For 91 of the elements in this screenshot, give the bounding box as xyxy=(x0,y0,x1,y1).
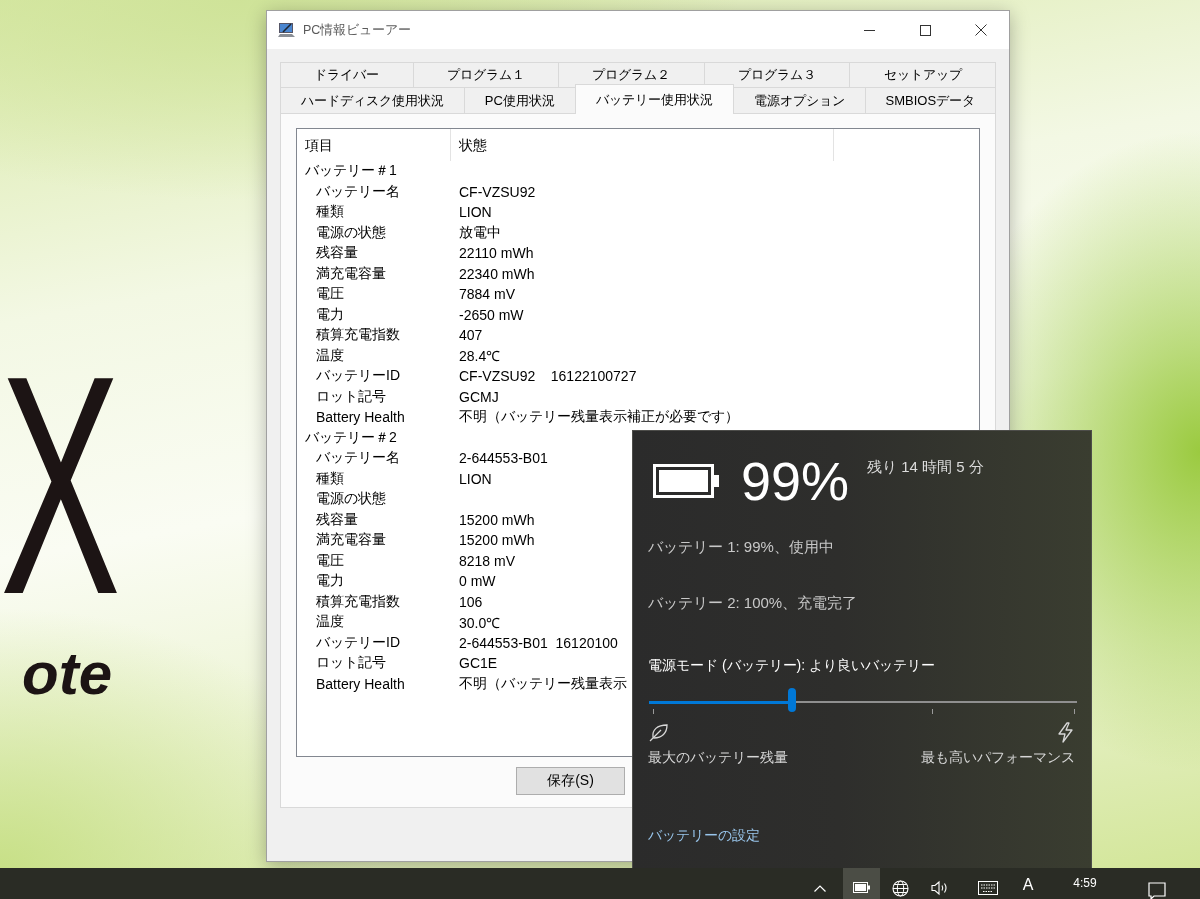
value-cell: 22110 mWh xyxy=(459,245,534,262)
tab[interactable]: セットアップ xyxy=(850,62,996,87)
item-name-cell: 電圧 xyxy=(316,551,344,568)
item-name-cell: Battery Health xyxy=(316,409,405,426)
column-header[interactable]: 項目 xyxy=(297,129,451,161)
value-cell: 15200 mWh xyxy=(459,511,535,528)
list-group-label: バッテリー＃2 xyxy=(305,428,397,447)
maximize-icon xyxy=(919,24,931,36)
item-name-cell: 積算充電指数 xyxy=(316,326,400,343)
speaker-icon xyxy=(931,880,949,896)
slider-tick xyxy=(1074,709,1075,714)
leaf-icon xyxy=(649,722,669,742)
minimize-icon xyxy=(863,29,875,31)
battery-settings-link[interactable]: バッテリーの設定 xyxy=(648,826,760,845)
value-cell: -2650 mW xyxy=(459,306,524,323)
value-cell: 8218 mV xyxy=(459,552,516,569)
value-cell: 407 xyxy=(459,327,483,344)
item-name-cell: 温度 xyxy=(316,613,344,630)
dialog-button[interactable]: 保存(S) xyxy=(516,767,625,795)
computer-icon xyxy=(278,22,296,38)
item-name-cell: バッテリーID xyxy=(316,633,400,650)
value-cell: GC1E xyxy=(459,655,498,672)
item-name-cell: バッテリーID xyxy=(316,367,400,384)
battery-percent: 99% xyxy=(741,456,850,506)
input-mode-indicator[interactable]: A xyxy=(1016,868,1040,899)
item-name-cell: 温度 xyxy=(316,346,344,363)
slider-tick xyxy=(932,709,933,714)
tab[interactable]: バッテリー使用状況 xyxy=(574,84,734,114)
value-cell: 0 mW xyxy=(459,573,496,590)
window-title: PC情報ビューアー xyxy=(303,21,412,39)
value-cell-text: 28.4℃ xyxy=(459,347,501,366)
tab[interactable]: ハードディスク使用状況 xyxy=(280,87,465,113)
value-cell: LION xyxy=(459,204,492,221)
tab[interactable]: プログラム１ xyxy=(413,62,560,87)
item-name-cell: ロット記号 xyxy=(316,654,386,671)
item-name-cell: 電力 xyxy=(316,305,344,322)
value-cell: 7884 mV xyxy=(459,286,516,303)
notification-icon xyxy=(1148,882,1166,899)
value-cell: 22340 mWh xyxy=(459,265,535,282)
tab[interactable]: プログラム３ xyxy=(704,62,851,87)
column-header[interactable]: 状態 xyxy=(451,129,834,161)
battery-tray-button[interactable] xyxy=(843,868,880,899)
wallpaper-logo-letter: X xyxy=(0,370,121,600)
slider-max-label: 最も高いパフォーマンス xyxy=(921,748,1075,767)
value-cell: 106 xyxy=(459,593,483,610)
slider-thumb[interactable] xyxy=(787,688,796,712)
value-cell-text: 30.0℃ xyxy=(459,613,501,632)
clock-time[interactable]: 4:59 xyxy=(1040,868,1130,899)
item-name-cell: バッテリー名 xyxy=(316,182,400,199)
item-name-cell: 電力 xyxy=(316,572,344,589)
tab[interactable]: ドライバー xyxy=(280,62,414,87)
value-cell: 2-644553-B01 16120100 xyxy=(459,634,618,651)
battery-icon xyxy=(653,464,719,498)
tab[interactable]: 電源オプション xyxy=(733,87,866,113)
power-mode-label: 電源モード (バッテリー): より良いバッテリー xyxy=(648,656,935,675)
time-remaining: 残り 14 時間 5 分 xyxy=(867,458,984,477)
value-cell: 15200 mWh xyxy=(459,532,535,549)
item-name-cell: Battery Health xyxy=(316,675,405,692)
item-name-cell: 残容量 xyxy=(316,244,358,261)
item-name-cell: 電圧 xyxy=(316,285,344,302)
battery-icon xyxy=(853,882,870,893)
item-name-cell: 残容量 xyxy=(316,510,358,527)
item-name-cell: 満充電容量 xyxy=(316,531,386,548)
value-cell: LION xyxy=(459,470,492,487)
item-name-cell: 電源の状態 xyxy=(316,223,386,240)
value-cell: 放電中 xyxy=(459,223,501,242)
value-cell: 不明（バッテリー残量表示 xyxy=(459,674,627,693)
value-cell: 2-644553-B01 xyxy=(459,450,548,467)
globe-icon xyxy=(891,880,909,897)
chevron-up-icon xyxy=(814,885,826,892)
close-icon xyxy=(975,24,987,36)
battery-status: バッテリー 1: 99%、使用中 xyxy=(648,537,834,557)
slider-tick xyxy=(653,709,654,714)
item-name-cell: 種類 xyxy=(316,469,344,486)
battery-status: バッテリー 2: 100%、充電完了 xyxy=(648,593,858,613)
item-name-cell: バッテリー名 xyxy=(316,449,400,466)
value-cell: CF-VZSU92 16122100727 xyxy=(459,368,637,385)
item-name-cell: 満充電容量 xyxy=(316,264,386,281)
item-name-cell: 積算充電指数 xyxy=(316,592,400,609)
item-name-cell: 種類 xyxy=(316,203,344,220)
wallpaper-wordmark: ote xyxy=(22,646,112,702)
slider-min-label: 最大のバッテリー残量 xyxy=(648,748,788,767)
list-group-label: バッテリー＃1 xyxy=(305,162,397,181)
keyboard-icon xyxy=(978,881,998,895)
value-cell: GCMJ xyxy=(459,388,499,405)
tab[interactable]: SMBIOSデータ xyxy=(865,87,996,113)
lightning-icon xyxy=(1057,722,1074,743)
value-cell: 不明（バッテリー残量表示補正が必要です） xyxy=(459,408,739,427)
value-cell: CF-VZSU92 xyxy=(459,183,536,200)
item-name-cell: ロット記号 xyxy=(316,387,386,404)
item-name-cell: 電源の状態 xyxy=(316,490,386,507)
